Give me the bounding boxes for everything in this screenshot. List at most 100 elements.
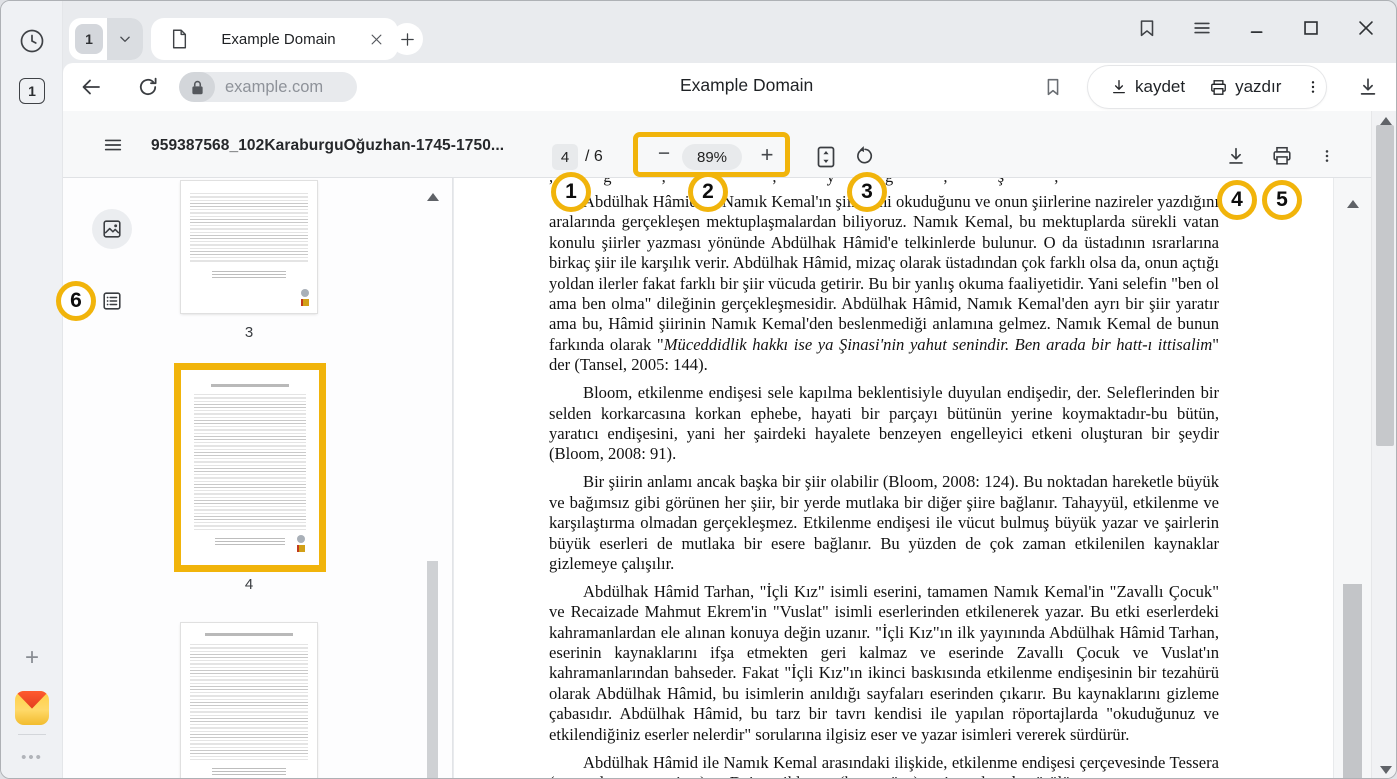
thumbnail-3-label: 3 [229, 324, 269, 341]
paragraph-4: Abdülhak Hâmid Tarhan, "İçli Kız" isimli… [549, 582, 1219, 745]
page-thumbnail-4-selected[interactable] [174, 363, 326, 572]
download-icon [1357, 76, 1379, 98]
tab-group-expand-button[interactable] [107, 18, 143, 60]
pdf-sidebar-toggle-button[interactable] [102, 134, 124, 156]
app-sidebar-strip: 1 + ••• [1, 1, 63, 779]
sidebar-more-button[interactable]: ••• [1, 749, 63, 766]
bookmark-icon [1042, 76, 1064, 98]
pdf-print-button[interactable] [1271, 145, 1295, 169]
address-bar[interactable]: example.com [179, 72, 357, 102]
image-icon [101, 218, 123, 240]
downloads-button[interactable] [1357, 76, 1379, 98]
page-number-input[interactable]: 4 [552, 144, 578, 170]
download-icon [1110, 78, 1128, 96]
page-thumbnail-3[interactable] [181, 181, 317, 313]
zoom-out-button[interactable]: − [653, 142, 675, 168]
zoom-level-value[interactable]: 89% [682, 144, 742, 170]
minimize-icon [1247, 17, 1269, 39]
page-thumbnail-5[interactable] [181, 623, 317, 779]
sidebar-add-button[interactable]: + [21, 648, 43, 670]
reload-icon [136, 75, 160, 99]
page-scroll-down-arrow[interactable] [1380, 766, 1392, 774]
window-minimize-button[interactable] [1247, 17, 1269, 39]
bookmark-flag-icon [1136, 17, 1158, 39]
url-text: example.com [225, 72, 323, 102]
pdf-toolbar: 959387568_102KaraburguOğuzhan-1745-1750.… [63, 111, 1371, 178]
pdf-scrollbar-thumb[interactable] [1343, 584, 1362, 779]
new-tab-button[interactable] [391, 23, 423, 55]
pdf-more-button[interactable] [1319, 147, 1343, 171]
tab-title: Example Domain [188, 31, 369, 48]
paragraph-3: Bir şiirin anlamı ancak başka bir şiir o… [549, 472, 1219, 574]
print-button[interactable]: yazdır [1201, 77, 1289, 97]
printer-icon [1209, 78, 1228, 97]
page-title: Example Domain [680, 75, 813, 96]
sidebar-scroll-up-arrow[interactable] [427, 193, 439, 201]
window-close-button[interactable] [1355, 17, 1377, 39]
paragraph-1: Abdülhak Hâmid'in, Namık Kemal'ın şiirle… [549, 192, 1219, 376]
print-label: yazdır [1235, 77, 1281, 97]
pdf-filename: 959387568_102KaraburguOğuzhan-1745-1750.… [151, 137, 504, 155]
page-actions-group: kaydet yazdır [1087, 65, 1327, 109]
page-scroll-up-arrow[interactable] [1380, 117, 1392, 125]
tab-close-icon[interactable] [369, 32, 384, 47]
thumbnail-view-button[interactable] [92, 209, 132, 249]
chevron-down-icon [118, 32, 132, 46]
sidebar-scrollbar-thumb[interactable] [427, 561, 438, 779]
back-arrow-icon [79, 75, 103, 99]
browser-menu-button[interactable] [1191, 17, 1213, 39]
page-scrollbar-thumb[interactable] [1376, 125, 1394, 446]
reload-button[interactable] [136, 75, 160, 99]
annotation-circle-6: 6 [56, 281, 96, 321]
tab-group-chip[interactable]: 1 [69, 18, 143, 60]
page-count-label: / 6 [585, 148, 603, 166]
pdf-scroll-up-arrow[interactable] [1347, 200, 1359, 208]
fit-page-icon [815, 145, 837, 169]
pdf-download-button[interactable] [1225, 145, 1249, 169]
printer-icon [1271, 145, 1293, 167]
annotation-circle-1: 1 [551, 172, 591, 212]
paragraph-2: Bloom, etkilenme endişesi sele kapılma b… [549, 383, 1219, 465]
download-icon [1225, 145, 1247, 169]
bookmark-page-button[interactable] [1042, 76, 1064, 98]
rotate-ccw-icon [854, 145, 876, 167]
kebab-menu-icon [1305, 78, 1321, 96]
pdf-thumbnails-panel: 3 4 [63, 178, 453, 779]
history-clock-icon[interactable] [19, 28, 45, 54]
zoom-in-button[interactable]: + [756, 141, 778, 169]
maximize-icon [1300, 17, 1322, 39]
tab-example-domain[interactable]: Example Domain [151, 18, 398, 60]
browser-window: 1 + ••• 1 Example Domain [0, 0, 1397, 779]
thumbnail-4-label: 4 [229, 576, 269, 593]
lock-icon [191, 80, 204, 95]
annotation-circle-3: 3 [847, 172, 887, 212]
tab-counter-badge[interactable]: 1 [19, 78, 45, 104]
annotation-circle-4: 4 [1217, 180, 1257, 220]
save-label: kaydet [1135, 77, 1185, 97]
outline-view-button[interactable] [101, 290, 123, 312]
mail-app-icon[interactable] [15, 691, 49, 725]
hamburger-icon [1191, 17, 1213, 39]
annotation-circle-2: 2 [688, 172, 728, 212]
page-doc-icon [171, 29, 188, 49]
page-actions-more-button[interactable] [1297, 78, 1329, 96]
pdf-scrollbar[interactable] [1333, 178, 1371, 779]
bookmarks-flag-button[interactable] [1136, 17, 1158, 39]
browser-toolbar: example.com Example Domain kaydet yazdır [63, 63, 1397, 111]
page-scrollbar[interactable] [1371, 111, 1397, 779]
annotation-circle-5: 5 [1262, 180, 1302, 220]
paragraph-5: Abdülhak Hâmid ile Namık Kemal arasındak… [549, 753, 1219, 779]
lock-chip[interactable] [179, 72, 215, 102]
fit-to-page-button[interactable] [815, 145, 839, 169]
window-maximize-button[interactable] [1300, 17, 1322, 39]
document-text: Abdülhak Hâmid'in, Namık Kemal'ın şiirle… [549, 192, 1219, 779]
document-outline-icon [101, 290, 123, 312]
tab-bar: 1 Example Domain [63, 1, 1397, 63]
tab-group-count[interactable]: 1 [75, 24, 103, 54]
close-icon [1355, 17, 1377, 39]
back-button[interactable] [79, 75, 103, 99]
pdf-page-content: , ğ , ş , y ğ , ş , Abdülhak Hâmid'in, N… [454, 178, 1333, 779]
page-thumbnail-4[interactable] [187, 376, 313, 559]
save-button[interactable]: kaydet [1102, 77, 1193, 97]
rotate-button[interactable] [854, 145, 878, 169]
